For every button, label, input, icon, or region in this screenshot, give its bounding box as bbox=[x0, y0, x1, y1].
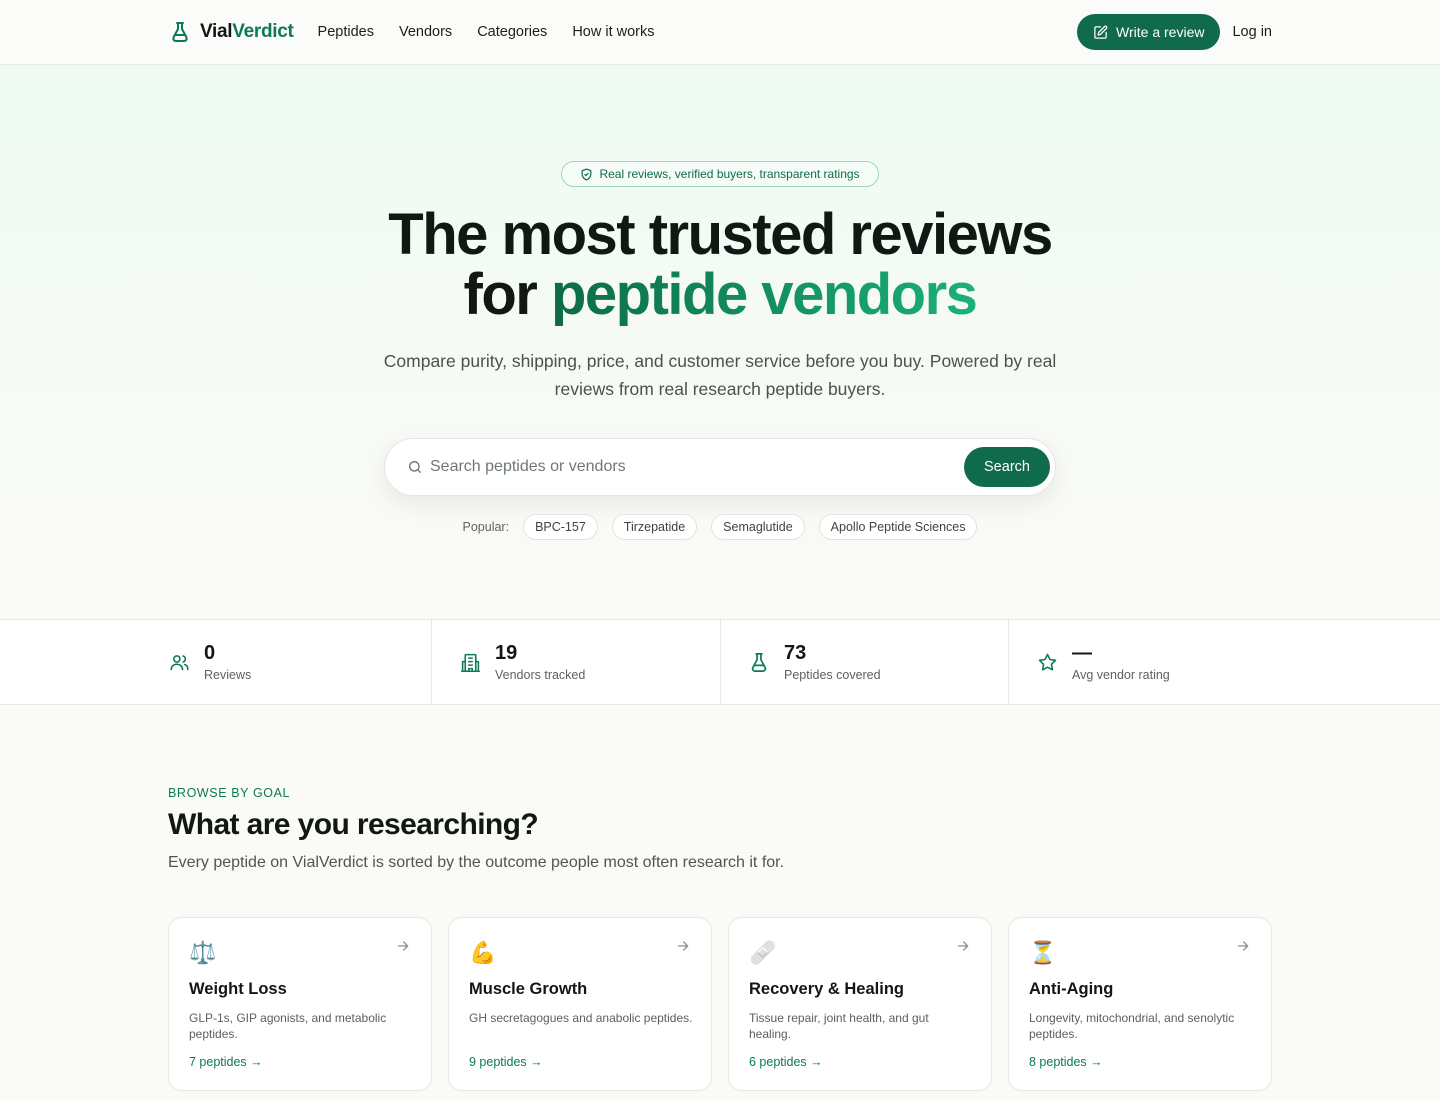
hero-subtitle: Compare purity, shipping, price, and cus… bbox=[383, 351, 1057, 399]
stat-reviews-value: 0 bbox=[204, 642, 216, 664]
bandage-icon: 🩹 bbox=[749, 940, 777, 965]
nav-link-peptides[interactable]: Peptides bbox=[318, 24, 374, 40]
goal-card-description: GH secretagogues and anabolic peptides. bbox=[469, 1011, 693, 1025]
popular-chip-bpc-157[interactable]: BPC-157 bbox=[523, 514, 598, 540]
search-bar: Search bbox=[384, 438, 1056, 496]
flexed-biceps-icon: 💪 bbox=[469, 940, 497, 965]
arrow-right-icon bbox=[955, 938, 971, 954]
stat-rating-label: Avg vendor rating bbox=[1072, 668, 1170, 682]
hero-title-prefix: for bbox=[463, 262, 551, 327]
hourglass-icon: ⏳ bbox=[1029, 940, 1057, 965]
stat-vendors-value: 19 bbox=[495, 642, 518, 664]
stat-rating-value: — bbox=[1072, 642, 1092, 664]
stat-divider bbox=[720, 620, 721, 704]
logo-text-vial: Vial bbox=[200, 21, 233, 42]
arrow-right-icon bbox=[675, 938, 691, 954]
goal-card-anti-aging[interactable]: ⏳ Anti-Aging Longevity, mitochondrial, a… bbox=[1008, 917, 1272, 1091]
login-link[interactable]: Log in bbox=[1232, 24, 1272, 40]
goal-card-muscle-growth[interactable]: 💪 Muscle Growth GH secretagogues and ana… bbox=[448, 917, 712, 1091]
goal-card-peptide-count[interactable]: 7 peptides → bbox=[189, 1055, 263, 1069]
search-icon bbox=[407, 459, 423, 475]
goal-card-title: Recovery & Healing bbox=[749, 980, 904, 998]
stat-divider bbox=[1008, 620, 1009, 704]
stat-peptides: 73 Peptides covered bbox=[748, 620, 881, 704]
section-eyebrow: BROWSE BY GOAL bbox=[168, 786, 291, 800]
hero-title-accent: peptide vendors bbox=[550, 262, 978, 327]
trust-badge: Real reviews, verified buyers, transpare… bbox=[561, 161, 879, 187]
popular-label: Popular: bbox=[462, 520, 510, 534]
goal-card-peptide-count[interactable]: 9 peptides → bbox=[469, 1055, 543, 1069]
nav-link-how-it-works[interactable]: How it works bbox=[572, 24, 654, 40]
popular-chip-apollo-peptide-sciences[interactable]: Apollo Peptide Sciences bbox=[818, 514, 978, 540]
popular-searches: Popular: BPC-157 Tirzepatide Semaglutide… bbox=[0, 514, 1440, 540]
stat-vendors: 19 Vendors tracked bbox=[459, 620, 585, 704]
goal-card-recovery-healing[interactable]: 🩹 Recovery & Healing Tissue repair, join… bbox=[728, 917, 992, 1091]
nav-link-vendors[interactable]: Vendors bbox=[399, 24, 452, 40]
shield-check-icon bbox=[580, 167, 593, 181]
write-review-label: Write a review bbox=[1116, 24, 1205, 40]
goal-card-title: Anti-Aging bbox=[1029, 980, 1114, 998]
hero-title: The most trusted reviews for peptide ven… bbox=[0, 205, 1440, 325]
popular-chip-tirzepatide[interactable]: Tirzepatide bbox=[611, 514, 698, 540]
goal-card-peptide-count[interactable]: 6 peptides → bbox=[749, 1055, 823, 1069]
section-title: What are you researching? bbox=[168, 808, 539, 841]
site-logo[interactable]: VialVerdict bbox=[168, 20, 294, 44]
users-icon bbox=[168, 651, 190, 673]
goal-card-weight-loss[interactable]: ⚖️ Weight Loss GLP-1s, GIP agonists, and… bbox=[168, 917, 432, 1091]
nav-link-categories[interactable]: Categories bbox=[477, 24, 547, 40]
goal-card-title: Weight Loss bbox=[189, 980, 287, 998]
stat-peptides-value: 73 bbox=[784, 642, 807, 664]
logo-text-verdict: Verdict bbox=[232, 21, 294, 42]
goal-card-title: Muscle Growth bbox=[469, 980, 588, 998]
arrow-right-icon bbox=[395, 938, 411, 954]
goal-card-description: Tissue repair, joint health, and gut hea… bbox=[749, 1011, 929, 1041]
building-icon bbox=[459, 651, 481, 673]
stat-peptides-label: Peptides covered bbox=[784, 668, 881, 682]
goal-card-description: Longevity, mitochondrial, and senolytic … bbox=[1029, 1011, 1235, 1041]
goal-card-peptide-count[interactable]: 8 peptides → bbox=[1029, 1055, 1103, 1069]
goal-card-description: GLP-1s, GIP agonists, and metabolic pept… bbox=[189, 1011, 387, 1041]
section-subtitle: Every peptide on VialVerdict is sorted b… bbox=[168, 854, 785, 871]
stat-reviews-label: Reviews bbox=[204, 668, 252, 682]
star-icon bbox=[1036, 651, 1058, 673]
search-input[interactable] bbox=[430, 451, 950, 483]
stats-bar: 0 Reviews 19 Vendors tracked 73 Peptides… bbox=[0, 619, 1440, 705]
search-button[interactable]: Search bbox=[964, 447, 1050, 487]
hero-title-line1: The most trusted reviews bbox=[388, 202, 1053, 267]
edit-icon bbox=[1093, 25, 1108, 40]
flask-icon bbox=[748, 651, 770, 673]
hero-section: Real reviews, verified buyers, transpare… bbox=[0, 65, 1440, 620]
flask-logo-icon bbox=[168, 20, 192, 44]
write-review-button[interactable]: Write a review bbox=[1077, 14, 1221, 50]
stat-reviews: 0 Reviews bbox=[168, 620, 251, 704]
stat-rating: — Avg vendor rating bbox=[1036, 620, 1170, 704]
scale-icon: ⚖️ bbox=[189, 940, 217, 965]
popular-chip-semaglutide[interactable]: Semaglutide bbox=[711, 514, 805, 540]
top-navigation: VialVerdict Peptides Vendors Categories … bbox=[0, 0, 1440, 65]
arrow-right-icon bbox=[1235, 938, 1251, 954]
trust-badge-text: Real reviews, verified buyers, transpare… bbox=[599, 167, 860, 181]
stat-vendors-label: Vendors tracked bbox=[495, 668, 586, 682]
stat-divider bbox=[431, 620, 432, 704]
